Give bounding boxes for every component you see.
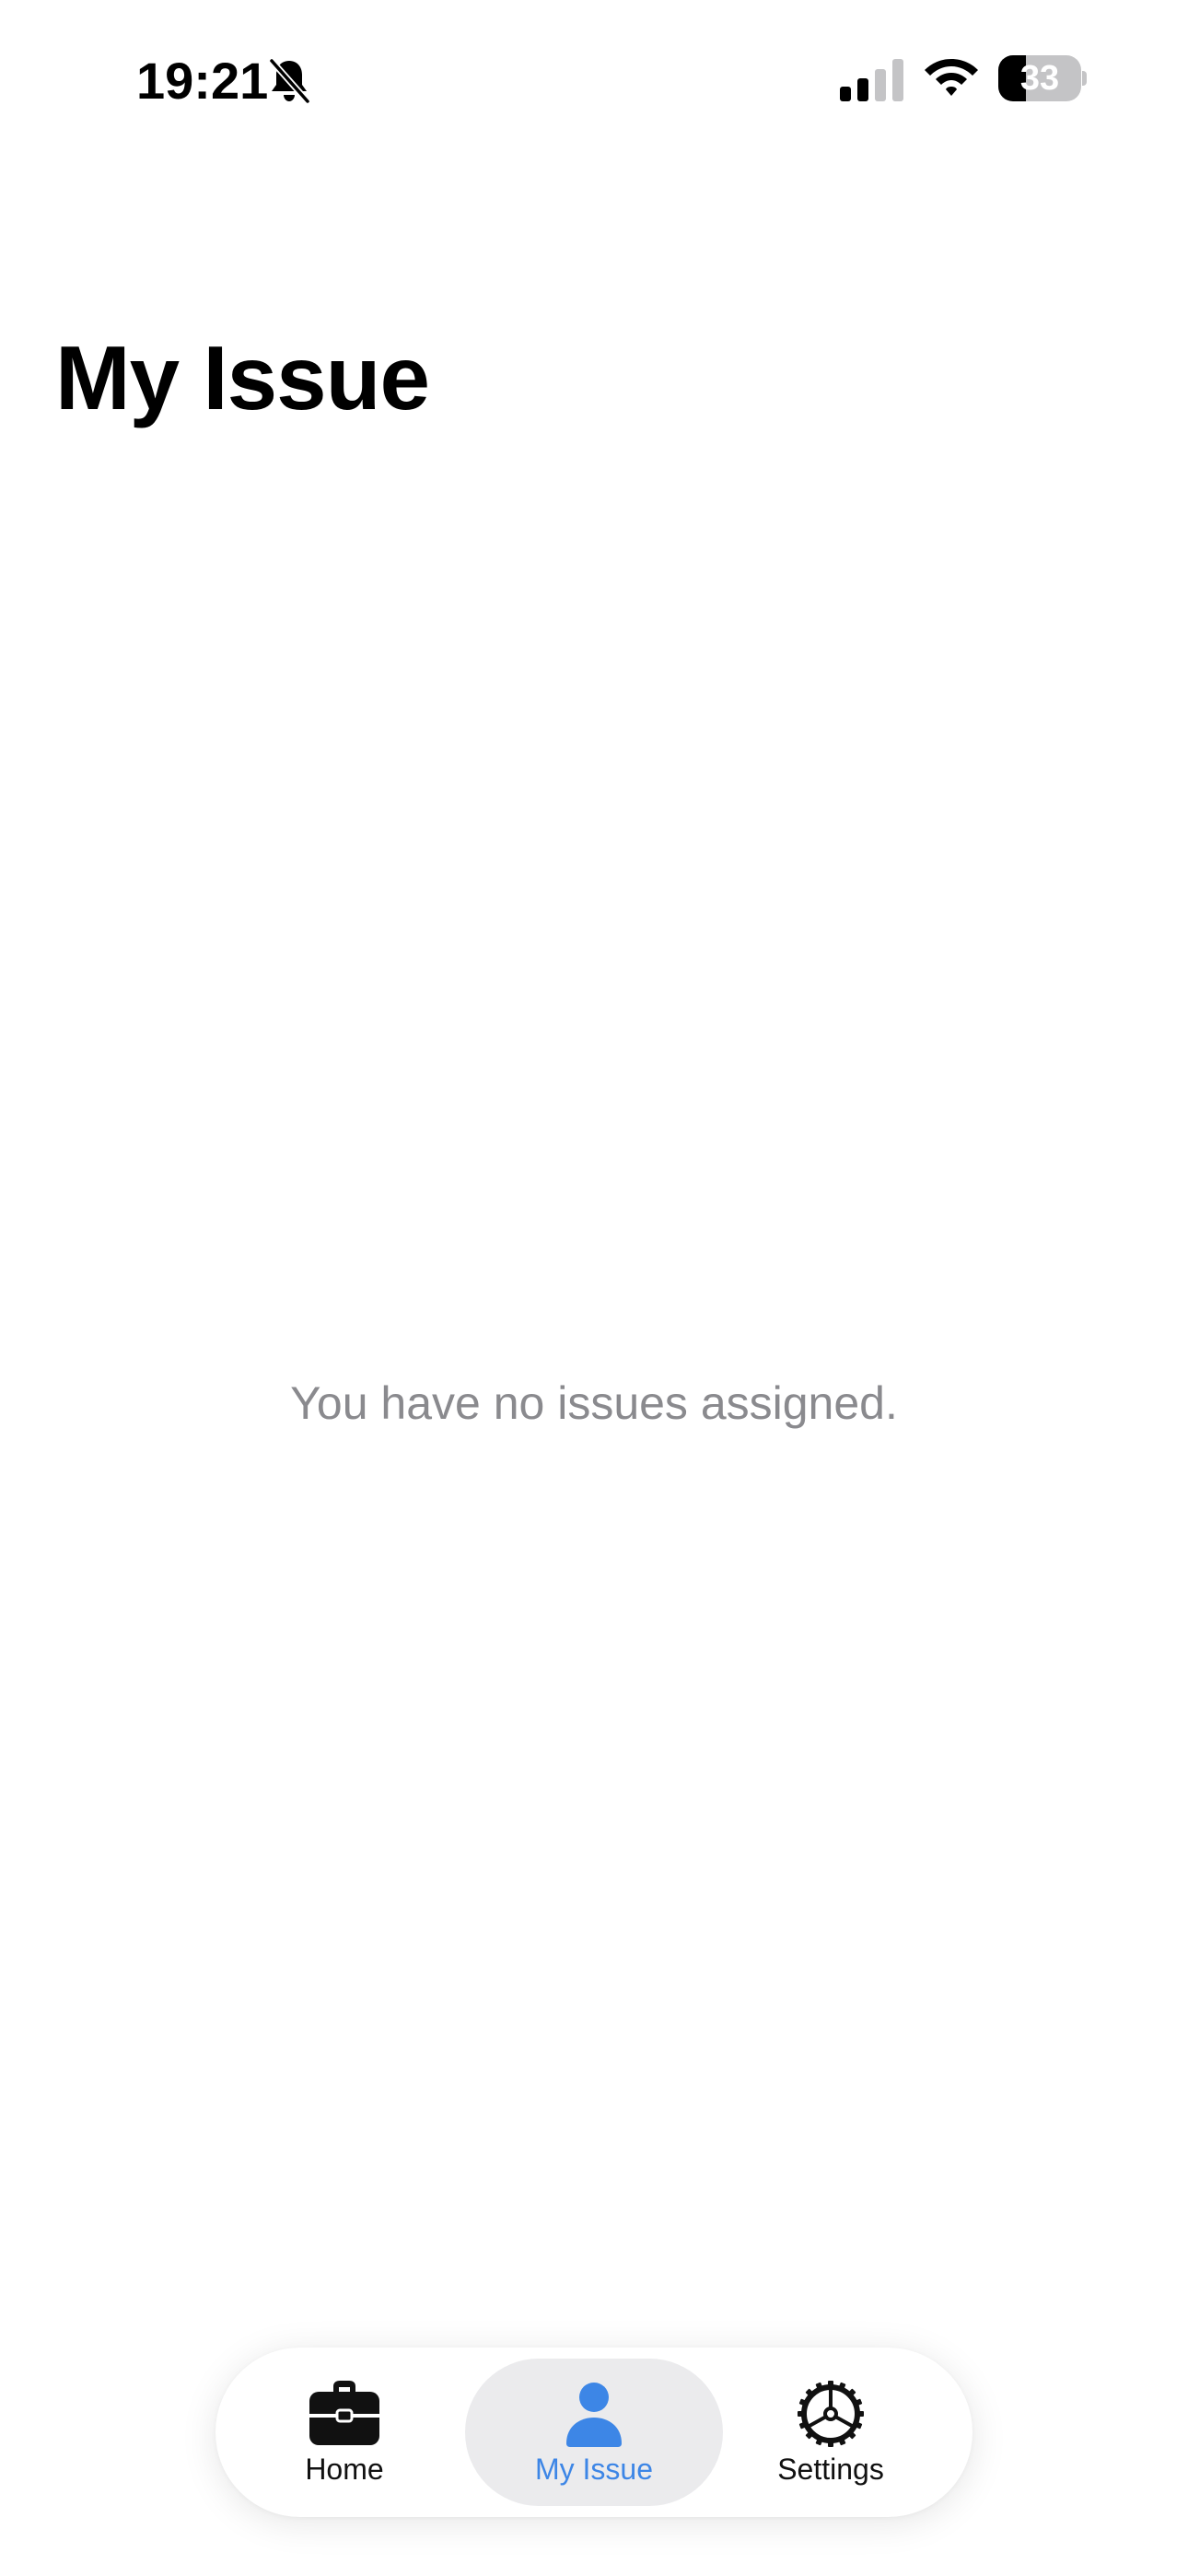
- tab-label-my-issue: My Issue: [534, 2453, 654, 2486]
- tab-label-home: Home: [305, 2453, 384, 2486]
- status-time: 19:21: [136, 52, 269, 110]
- tab-settings[interactable]: Settings: [702, 2359, 960, 2506]
- cellular-signal-icon: [840, 59, 903, 101]
- battery-indicator: 33: [998, 55, 1087, 101]
- page-title: My Issue: [55, 327, 430, 428]
- tab-home[interactable]: Home: [215, 2359, 473, 2506]
- status-bar: 19:21 33: [0, 0, 1188, 157]
- empty-state-message: You have no issues assigned.: [290, 1377, 898, 1429]
- gear-icon: [798, 2381, 864, 2447]
- briefcase-icon: [309, 2381, 379, 2445]
- battery-cap: [1082, 71, 1087, 86]
- battery-level: 33: [1019, 59, 1060, 98]
- wifi-icon: [925, 59, 978, 96]
- screen: 19:21 33 My Issue You have no issues ass…: [0, 0, 1188, 2576]
- person-icon: [566, 2383, 622, 2447]
- tab-bar: Home My Issue Settings: [215, 2348, 973, 2517]
- bell-slash-icon: [268, 57, 311, 105]
- tab-label-settings: Settings: [777, 2453, 884, 2486]
- tab-my-issue[interactable]: My Issue: [465, 2359, 723, 2506]
